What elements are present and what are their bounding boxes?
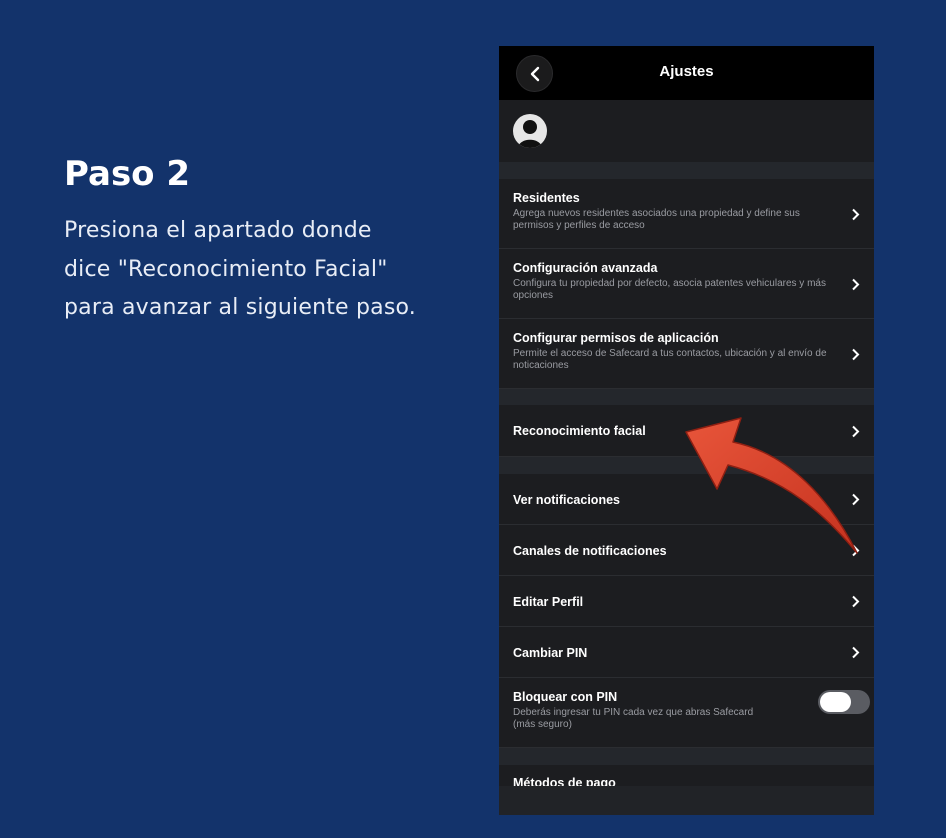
settings-row-canales-notificaciones[interactable]: Canales de notificaciones bbox=[499, 525, 874, 576]
row-title: Ver notificaciones bbox=[513, 493, 620, 507]
chevron-right-icon bbox=[852, 544, 860, 557]
step-title: Paso 2 bbox=[64, 154, 191, 194]
chevron-right-icon bbox=[852, 348, 860, 361]
section-divider bbox=[499, 389, 874, 405]
bottom-fade bbox=[499, 786, 874, 815]
row-title: Cambiar PIN bbox=[513, 646, 588, 660]
settings-row-permisos[interactable]: Configurar permisos de aplicación Permit… bbox=[499, 319, 874, 389]
chevron-right-icon bbox=[852, 278, 860, 291]
step-description: Presiona el apartado donde dice "Reconoc… bbox=[64, 212, 464, 328]
settings-row-ver-notificaciones[interactable]: Ver notificaciones bbox=[499, 474, 874, 525]
user-silhouette-icon bbox=[518, 120, 542, 148]
settings-row-reconocimiento-facial[interactable]: Reconocimiento facial bbox=[499, 405, 874, 457]
row-subtitle: Permite el acceso de Safecard a tus cont… bbox=[513, 348, 827, 371]
app-header: Ajustes bbox=[499, 46, 874, 100]
step-description-line-1: Presiona el apartado donde bbox=[64, 218, 372, 243]
profile-row[interactable] bbox=[499, 100, 874, 162]
avatar[interactable] bbox=[513, 114, 547, 148]
step-description-line-2: dice "Reconocimiento Facial" bbox=[64, 256, 388, 282]
section-divider bbox=[499, 457, 874, 474]
row-subtitle: Configura tu propiedad por defecto, asoc… bbox=[513, 278, 826, 301]
chevron-right-icon bbox=[852, 595, 860, 608]
row-title: Configurar permisos de aplicación bbox=[513, 331, 719, 345]
settings-row-editar-perfil[interactable]: Editar Perfil bbox=[499, 576, 874, 627]
row-title: Canales de notificaciones bbox=[513, 544, 667, 558]
section-divider bbox=[499, 748, 874, 765]
row-subtitle: Agrega nuevos residentes asociados una p… bbox=[513, 208, 800, 231]
chevron-right-icon bbox=[852, 493, 860, 506]
chevron-right-icon bbox=[852, 208, 860, 221]
row-title: Editar Perfil bbox=[513, 595, 584, 609]
phone-screenshot: Ajustes Residentes Agrega nuevos residen… bbox=[499, 46, 874, 815]
toggle-knob bbox=[820, 692, 851, 712]
row-title: Configuración avanzada bbox=[513, 261, 658, 275]
row-subtitle: Deberás ingresar tu PIN cada vez que abr… bbox=[513, 707, 754, 730]
pin-lock-toggle[interactable] bbox=[818, 690, 870, 714]
chevron-right-icon bbox=[852, 646, 860, 659]
chevron-right-icon bbox=[852, 425, 860, 438]
settings-row-configuracion-avanzada[interactable]: Configuración avanzada Configura tu prop… bbox=[499, 249, 874, 319]
row-title: Reconocimiento facial bbox=[513, 424, 646, 438]
settings-row-cambiar-pin[interactable]: Cambiar PIN bbox=[499, 627, 874, 678]
header-title: Ajustes bbox=[659, 63, 714, 80]
settings-row-residentes[interactable]: Residentes Agrega nuevos residentes asoc… bbox=[499, 179, 874, 249]
settings-row-bloquear-pin: Bloquear con PIN Deberás ingresar tu PIN… bbox=[499, 678, 874, 748]
row-title: Bloquear con PIN bbox=[513, 690, 618, 704]
step-description-line-3: para avanzar al siguiente paso. bbox=[64, 295, 416, 320]
row-title: Residentes bbox=[513, 191, 580, 205]
section-divider bbox=[499, 162, 874, 179]
